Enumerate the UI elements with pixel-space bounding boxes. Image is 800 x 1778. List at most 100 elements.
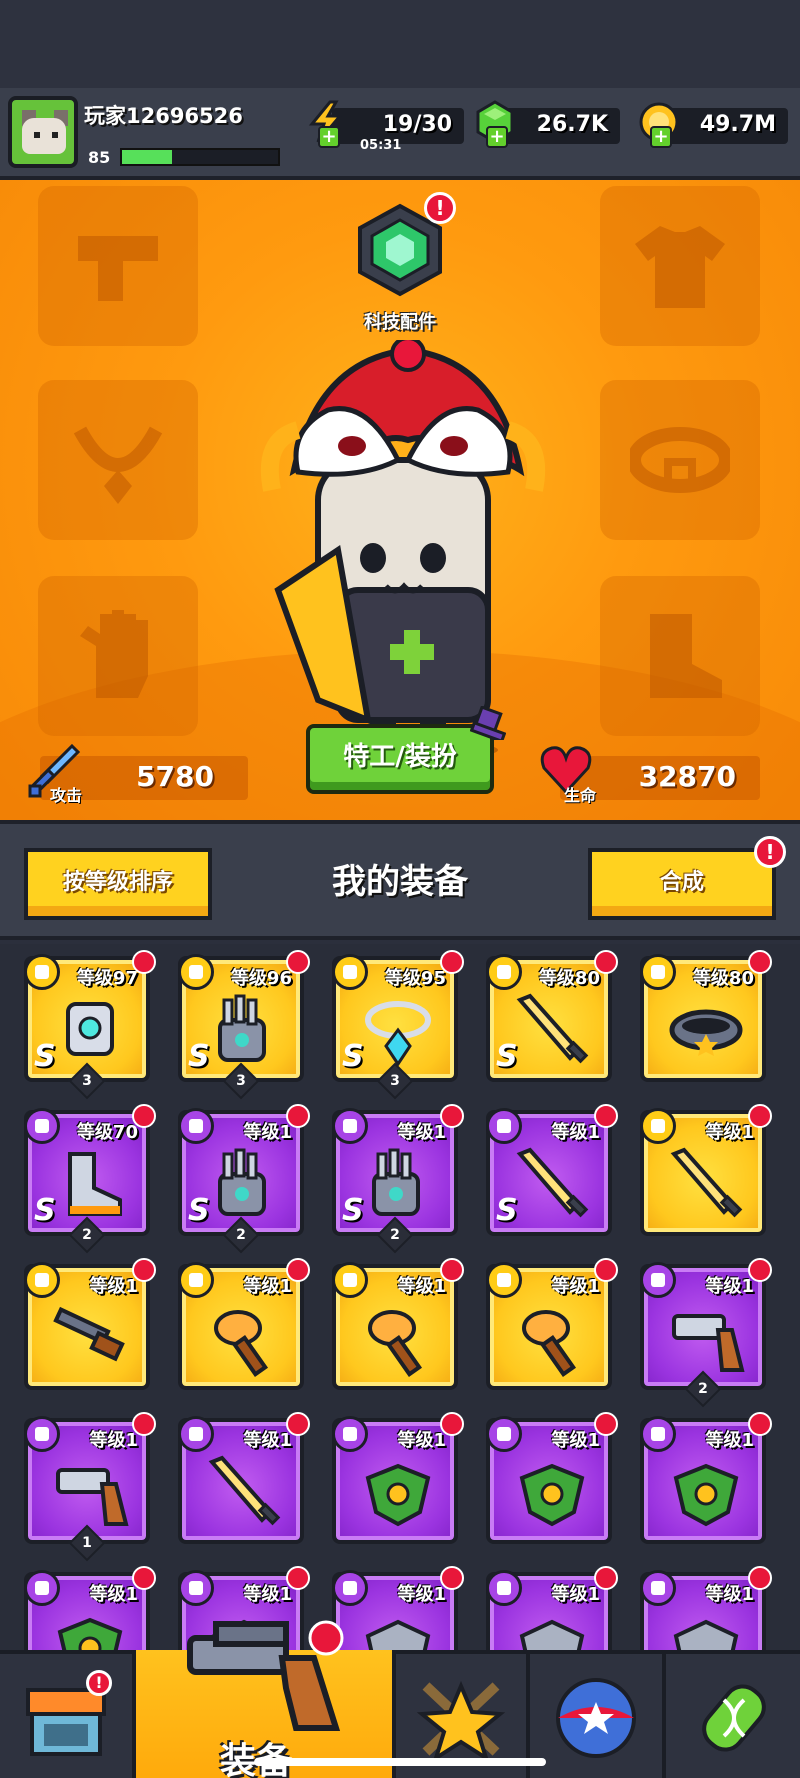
- nav-evolve[interactable]: [666, 1654, 800, 1778]
- item-category-icon: [486, 1416, 522, 1452]
- gems-value: 26.7K: [536, 112, 608, 137]
- equipment-item[interactable]: 等级1: [178, 1412, 310, 1544]
- equipment-item[interactable]: 等级1 1: [24, 1412, 156, 1562]
- item-category-icon: [486, 1108, 522, 1144]
- equipment-item[interactable]: 等级1: [332, 1412, 464, 1544]
- necklace-slot[interactable]: [38, 380, 198, 540]
- item-category-icon: [332, 1570, 368, 1606]
- coins-counter[interactable]: + 49.7M: [639, 102, 788, 148]
- item-new-badge: [440, 1104, 464, 1128]
- equipment-item[interactable]: 等级1: [24, 1258, 156, 1390]
- agent-outfit-button[interactable]: 特工/装扮: [306, 724, 494, 794]
- equipment-item[interactable]: 等级1: [178, 1258, 310, 1390]
- tech-parts-label: 科技配件: [364, 312, 436, 333]
- item-star-value: 3: [390, 1073, 400, 1089]
- item-category-icon: [178, 1262, 214, 1298]
- item-category-icon: [24, 1416, 60, 1452]
- item-new-badge: [440, 1412, 464, 1436]
- shirt-icon: [635, 226, 725, 308]
- item-category-icon: [332, 954, 368, 990]
- gems-add-icon[interactable]: +: [486, 126, 508, 148]
- item-level: 等级1: [397, 1122, 446, 1143]
- merge-button[interactable]: 合成: [588, 848, 776, 920]
- shotgun-icon: [53, 1306, 125, 1362]
- weapon-slot[interactable]: [38, 186, 198, 346]
- item-category-icon: [24, 1108, 60, 1144]
- player-avatar[interactable]: [8, 96, 78, 168]
- item-rank: S: [342, 1193, 364, 1228]
- revolver-icon: [187, 1620, 344, 1731]
- sort-by-level-button[interactable]: 按等级排序: [24, 848, 212, 920]
- attack-stat: 攻击 5780: [28, 743, 248, 805]
- coins-add-icon[interactable]: +: [650, 126, 672, 148]
- equipment-item[interactable]: 等级1: [640, 1104, 772, 1236]
- item-category-icon: [24, 954, 60, 990]
- item-category-icon: [178, 954, 214, 990]
- revolver-icon: [672, 1314, 745, 1372]
- item-rank: S: [342, 1039, 364, 1074]
- equipment-item[interactable]: 等级1: [640, 1412, 772, 1544]
- nav-shop[interactable]: !: [0, 1654, 132, 1778]
- item-category-icon: [640, 1416, 676, 1452]
- equipment-item[interactable]: 等级95 S 3: [332, 950, 464, 1100]
- equipment-toolbar: 按等级排序 我的装备 合成 !: [0, 820, 800, 940]
- equipment-item[interactable]: 等级70 S 2: [24, 1104, 156, 1254]
- equipment-item[interactable]: 等级1: [486, 1566, 618, 1650]
- item-category-icon: [486, 954, 522, 990]
- nav-gacha[interactable]: [530, 1654, 662, 1778]
- boot-icon: [68, 1152, 122, 1216]
- home-indicator: [254, 1758, 546, 1766]
- boots-slot[interactable]: [600, 576, 760, 736]
- equipment-item[interactable]: 等级1: [24, 1566, 156, 1650]
- item-category-icon: [178, 1416, 214, 1452]
- item-new-badge: [286, 1566, 310, 1590]
- item-category-icon: [486, 1570, 522, 1606]
- item-category-icon: [24, 1570, 60, 1606]
- belt-slot[interactable]: [600, 380, 760, 540]
- club-icon: [214, 1310, 269, 1377]
- rock-armor-icon: [519, 1619, 585, 1650]
- gloves-slot[interactable]: [38, 576, 198, 736]
- tech-alert-badge: !: [424, 192, 456, 224]
- equipment-item[interactable]: 等级1: [486, 1258, 618, 1390]
- shop-alert-badge: !: [86, 1670, 112, 1696]
- star-swords-icon: [416, 1680, 506, 1762]
- my-equipment-title: 我的装备: [332, 862, 468, 902]
- item-new-badge: [132, 1104, 156, 1128]
- energy-add-icon[interactable]: +: [318, 126, 340, 148]
- equipment-item[interactable]: 等级80 S: [486, 950, 618, 1082]
- leaf-armor-icon: [57, 1617, 123, 1650]
- equipment-item[interactable]: 等级1: [640, 1566, 772, 1650]
- item-new-badge: [594, 1412, 618, 1436]
- equipment-item[interactable]: 等级1 S 2: [332, 1104, 464, 1254]
- glove-icon: [80, 610, 148, 698]
- equipment-item[interactable]: 等级1: [332, 1258, 464, 1390]
- item-rank: S: [34, 1193, 56, 1228]
- item-star-value: 2: [236, 1227, 246, 1243]
- item-level: 等级1: [397, 1430, 446, 1451]
- armor-slot[interactable]: [600, 186, 760, 346]
- item-new-badge: [748, 950, 772, 974]
- equipment-item[interactable]: 等级1 2: [640, 1258, 772, 1408]
- equipment-item[interactable]: 等级1: [332, 1566, 464, 1650]
- item-star-value: 2: [698, 1381, 708, 1397]
- item-level: 等级80: [692, 968, 754, 989]
- gems-counter[interactable]: + 26.7K: [476, 100, 620, 148]
- equipment-item[interactable]: 等级1 S: [486, 1104, 618, 1236]
- sword-icon: [670, 1147, 743, 1218]
- character-avatar[interactable]: [258, 340, 548, 760]
- item-category-icon: [332, 1262, 368, 1298]
- item-level: 等级1: [705, 1276, 754, 1297]
- item-new-badge: [132, 950, 156, 974]
- equipment-item[interactable]: 等级80: [640, 950, 772, 1082]
- item-new-badge: [748, 1104, 772, 1128]
- equipment-item[interactable]: 等级1 S 2: [178, 1104, 310, 1254]
- equipment-item[interactable]: 等级97 S 3: [24, 950, 156, 1100]
- item-new-badge: [594, 950, 618, 974]
- item-level: 等级1: [551, 1430, 600, 1451]
- item-new-badge: [748, 1412, 772, 1436]
- equipment-item[interactable]: 等级1: [486, 1412, 618, 1544]
- merge-alert-badge: !: [754, 836, 786, 868]
- equipment-item[interactable]: 等级96 S 3: [178, 950, 310, 1100]
- item-new-badge: [748, 1566, 772, 1590]
